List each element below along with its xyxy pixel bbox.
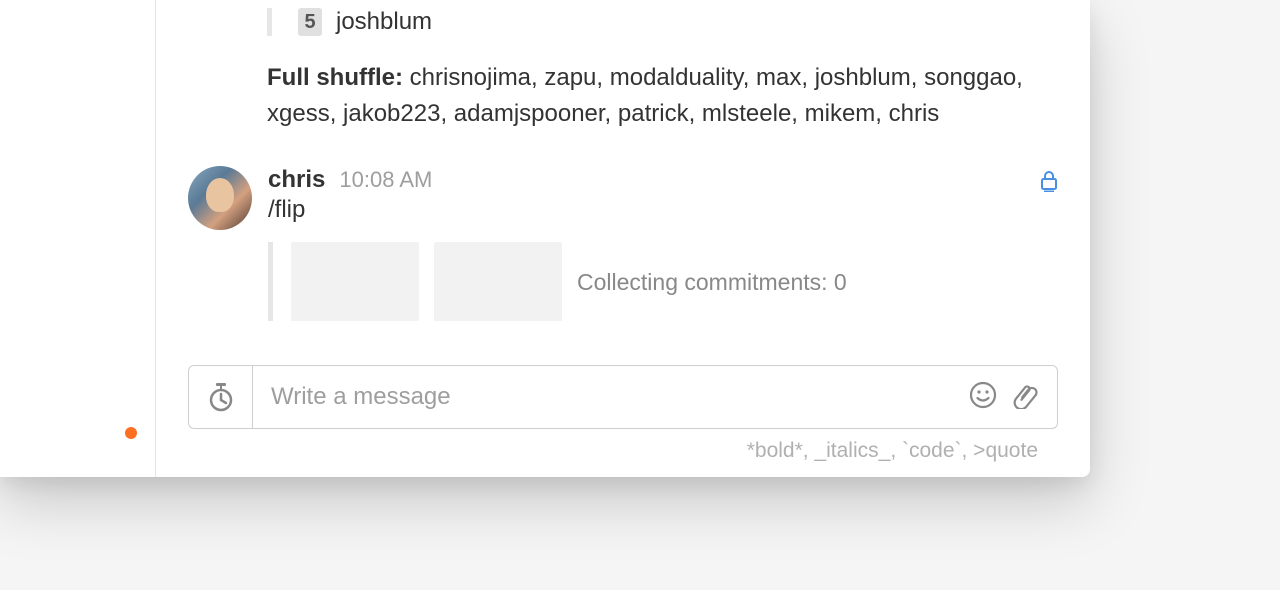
lock-icon[interactable]: [1040, 170, 1058, 197]
message-time: 10:08 AM: [339, 167, 432, 193]
message-body: chris 10:08 AM /flip Collecting commitme…: [268, 166, 1058, 321]
rank-badge: 5: [298, 8, 322, 36]
flip-result: Collecting commitments: 0: [268, 242, 1058, 321]
message-input[interactable]: [253, 366, 969, 428]
attachment-icon[interactable]: [1011, 381, 1039, 414]
shuffle-result-block: 5 joshblum: [267, 8, 1058, 36]
message-text: /flip: [268, 196, 1058, 224]
flip-status-count: 0: [834, 269, 847, 295]
chat-main: 5 joshblum Full shuffle: chrisnojima, za…: [156, 0, 1090, 477]
composer: [188, 365, 1058, 429]
flip-status-label: Collecting commitments:: [577, 269, 828, 295]
avatar[interactable]: [188, 166, 252, 230]
message-list: 5 joshblum Full shuffle: chrisnojima, za…: [188, 0, 1058, 321]
flip-status: Collecting commitments: 0: [577, 269, 847, 296]
message-row: chris 10:08 AM /flip Collecting commitme…: [188, 166, 1058, 321]
composer-actions: [969, 366, 1057, 428]
emoji-icon[interactable]: [969, 381, 997, 414]
format-hint: *bold*, _italics_, `code`, >quote: [188, 439, 1058, 463]
sidebar: [0, 0, 156, 477]
notification-dot[interactable]: [125, 427, 137, 439]
message-author: chris: [268, 166, 325, 194]
message-header: chris 10:08 AM: [268, 166, 1058, 194]
chat-window: 5 joshblum Full shuffle: chrisnojima, za…: [0, 0, 1090, 477]
full-shuffle-text: Full shuffle: chrisnojima, zapu, modaldu…: [267, 60, 1058, 132]
full-shuffle-label: Full shuffle:: [267, 64, 403, 91]
exploding-message-button[interactable]: [189, 366, 253, 428]
flip-placeholder: [434, 242, 562, 321]
shuffle-item: 5 joshblum: [298, 8, 1058, 36]
shuffle-username: joshblum: [336, 8, 432, 36]
flip-placeholder: [291, 242, 419, 321]
composer-area: *bold*, _italics_, `code`, >quote: [188, 321, 1058, 477]
